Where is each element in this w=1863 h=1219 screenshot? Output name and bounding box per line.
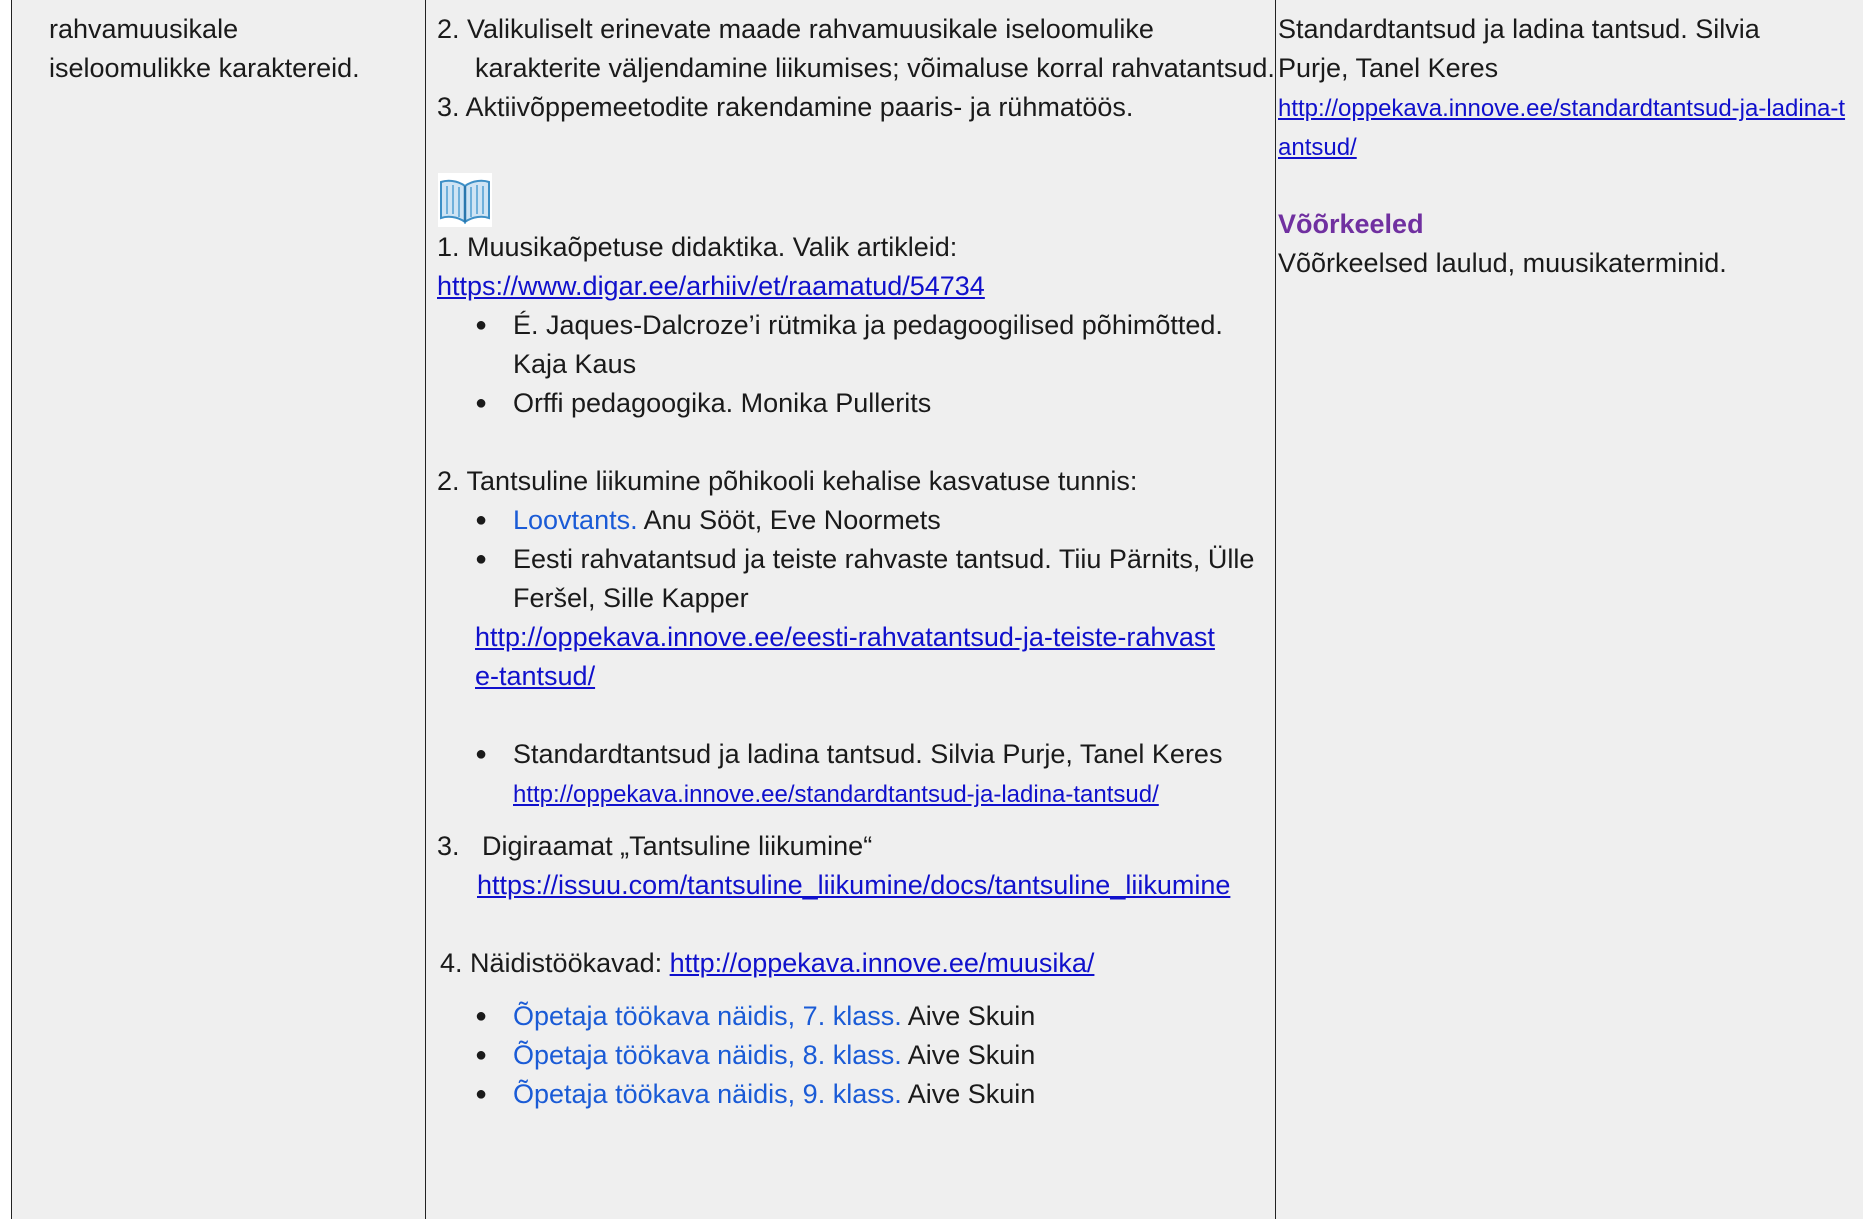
list-item: Õpetaja töökava näidis, 9. klass. Aive S…	[475, 1075, 1275, 1114]
plan-author: Aive Skuin	[901, 1040, 1036, 1070]
reference-2-list: Loovtants. Anu Sööt, Eve Noormets Eesti …	[437, 501, 1275, 618]
loovtants-authors: Anu Sööt, Eve Noormets	[637, 505, 941, 535]
open-book-icon	[438, 173, 492, 227]
list-item: Loovtants. Anu Sööt, Eve Noormets	[475, 501, 1275, 540]
reference-4: 4. Näidistöökavad: http://oppekava.innov…	[437, 944, 1275, 983]
list-item: Eesti rahvatantsud ja teiste rahvaste ta…	[475, 540, 1275, 618]
folk-dances-link[interactable]: http://oppekava.innove.ee/eesti-rahvatan…	[475, 622, 1215, 691]
plan-author: Aive Skuin	[901, 1001, 1036, 1031]
plan-7-link[interactable]: Õpetaja töökava näidis, 7. klass.	[513, 1001, 902, 1031]
plan-9-link[interactable]: Õpetaja töökava näidis, 9. klass.	[513, 1079, 902, 1109]
table-cell-methods: 2. Valikuliselt erinevate maade rahvamuu…	[426, 0, 1276, 1219]
method-item-2: 2. Valikuliselt erinevate maade rahvamuu…	[437, 14, 1275, 83]
reference-1-list: É. Jaques-Dalcroze’i rütmika ja pedagoog…	[437, 306, 1275, 423]
table-cell-integration: Standardtantsud ja ladina tantsud. Silvi…	[1276, 0, 1863, 1219]
curriculum-table: rahvamuusikale iseloomulikke karaktereid…	[11, 0, 1863, 1219]
reference-2-title: 2. Tantsuline liikumine põhikooli kehali…	[437, 466, 1138, 496]
standard-dances-link[interactable]: http://oppekava.innove.ee/standardtantsu…	[513, 781, 1159, 808]
list-item: Õpetaja töökava näidis, 8. klass. Aive S…	[475, 1036, 1275, 1075]
list-item: Orffi pedagoogika. Monika Pullerits	[475, 384, 1275, 423]
integration-link[interactable]: http://oppekava.innove.ee/standardtantsu…	[1278, 95, 1845, 161]
plan-author: Aive Skuin	[901, 1079, 1036, 1109]
foreign-languages-heading: Võõrkeeled	[1278, 209, 1424, 239]
sample-plans-list: Õpetaja töökava näidis, 7. klass. Aive S…	[437, 997, 1275, 1114]
loovtants-link[interactable]: Loovtants.	[513, 505, 638, 535]
outcome-line-1: rahvamuusikale	[49, 14, 239, 44]
reference-4-label: 4. Näidistöökavad:	[440, 948, 670, 978]
standard-dances-text: Standardtantsud ja ladina tantsud. Silvi…	[513, 739, 1223, 769]
reference-2-list-cont: Standardtantsud ja ladina tantsud. Silvi…	[437, 735, 1275, 813]
reference-3: 3. Digiraamat „Tantsuline liikumine“	[437, 827, 1275, 866]
list-item: É. Jaques-Dalcroze’i rütmika ja pedagoog…	[475, 306, 1275, 384]
list-item: Standardtantsud ja ladina tantsud. Silvi…	[475, 735, 1275, 813]
outcome-line-2: iseloomulikke karaktereid.	[49, 53, 360, 83]
issuu-link[interactable]: https://issuu.com/tantsuline_liikumine/d…	[477, 870, 1230, 900]
muusika-link[interactable]: http://oppekava.innove.ee/muusika/	[670, 948, 1095, 978]
table-cell-outcomes: rahvamuusikale iseloomulikke karaktereid…	[12, 0, 426, 1219]
reference-1-title: 1. Muusikaõpetuse didaktika. Valik artik…	[437, 232, 958, 262]
foreign-languages-body: Võõrkeelsed laulud, muusikaterminid.	[1278, 248, 1727, 278]
list-item: Õpetaja töökava näidis, 7. klass. Aive S…	[475, 997, 1275, 1036]
method-item-3: 3. Aktiivõppemeetodite rakendamine paari…	[437, 92, 1134, 122]
digar-link[interactable]: https://www.digar.ee/arhiiv/et/raamatud/…	[437, 271, 985, 301]
plan-8-link[interactable]: Õpetaja töökava näidis, 8. klass.	[513, 1040, 902, 1070]
reference-3-number: 3.	[437, 831, 460, 861]
integration-text: Standardtantsud ja ladina tantsud. Silvi…	[1278, 14, 1760, 83]
reference-3-title: Digiraamat „Tantsuline liikumine“	[482, 831, 873, 861]
